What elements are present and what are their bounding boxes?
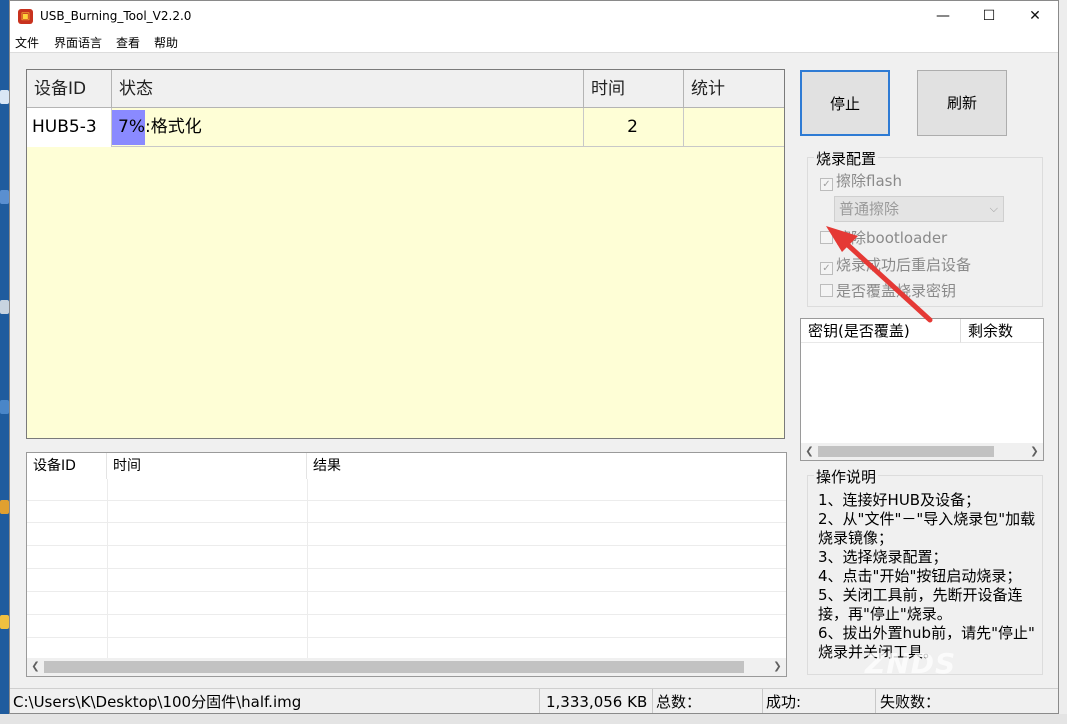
erase-bootloader-checkbox[interactable]: 擦除bootloader [820,228,947,248]
col-key[interactable]: 密钥(是否覆盖) [801,319,961,343]
stop-button[interactable]: 停止 [800,70,890,136]
erase-mode-value: 普通擦除 [839,200,900,218]
result-table-header: 设备ID 时间 结果 [27,453,786,479]
row-divider [27,545,786,546]
desktop-right-edge [1059,0,1067,724]
desktop-icon [0,400,9,414]
col-result[interactable]: 结果 [307,453,786,479]
row-divider [27,637,786,638]
row-divider [27,522,786,523]
overwrite-key-label: 是否覆盖烧录密钥 [836,282,957,300]
result-table[interactable]: 设备ID 时间 结果 ❮ ❯ [26,452,787,677]
check-icon: ✓ [820,178,833,191]
watermark-logo: ZNDS [865,647,957,680]
menu-language[interactable]: 界面语言 [54,34,102,51]
status-failed: 失败数： [880,693,941,711]
column-divider [107,479,108,659]
col-time[interactable]: 时间 [584,70,684,108]
checkbox-empty-icon [820,231,833,244]
status-image-path: C:\Users\K\Desktop\100分固件\half.img [10,689,540,713]
col-result-device-id[interactable]: 设备ID [27,453,107,479]
desktop-icon [0,500,9,514]
title-bar: ▣ USB_Burning_Tool_V2.2.0 — ☐ ✕ [10,1,1058,32]
overwrite-key-checkbox[interactable]: 是否覆盖烧录密钥 [820,281,956,301]
desktop-icon [0,190,9,204]
erase-mode-select[interactable]: 普通擦除 ⌵ [834,196,1004,222]
check-icon: ✓ [820,262,833,275]
instruction-line: 烧录镜像； [818,529,894,547]
menu-view[interactable]: 查看 [116,34,140,51]
col-result-time[interactable]: 时间 [107,453,307,479]
status-success: 成功: [763,689,876,713]
instruction-line: 4、点击"开始"按钮启动烧录； [818,567,1022,585]
table-row[interactable]: HUB5-3 7%:格式化 2 [27,108,784,147]
minimize-button[interactable]: — [920,1,966,32]
app-icon: ▣ [18,9,33,24]
scroll-left-icon[interactable]: ❮ [801,443,818,461]
erase-bootloader-label: 擦除bootloader [836,229,948,247]
menu-bar: 文件 界面语言 查看 帮助 [10,32,1058,52]
chevron-down-icon: ⌵ [989,202,998,215]
instruction-line: 6、拔出外置hub前，请先"停止" [818,624,1035,642]
erase-flash-label: 擦除flash [836,172,902,190]
scrollbar-thumb[interactable] [818,446,994,457]
menu-help[interactable]: 帮助 [154,34,178,51]
status-cell: 7%:格式化 [112,108,584,147]
time-cell: 2 [584,108,684,147]
key-horizontal-scrollbar[interactable]: ❮ ❯ [801,443,1043,460]
row-divider [27,568,786,569]
scrollbar-thumb[interactable] [44,661,744,673]
device-id-cell: HUB5-3 [27,108,112,147]
scroll-right-icon[interactable]: ❯ [769,658,786,676]
stats-cell [684,108,784,147]
refresh-button[interactable]: 刷新 [917,70,1007,136]
status-total: 总数： [653,689,763,713]
status-text: 7%:格式化 [118,117,202,137]
key-table[interactable]: 密钥(是否覆盖) 剩余数 ❮ ❯ [800,318,1044,461]
status-bar: C:\Users\K\Desktop\100分固件\half.img 1,333… [10,688,1058,713]
desktop-icon [0,300,9,314]
scroll-right-icon[interactable]: ❯ [1026,443,1043,461]
instructions-title: 操作说明 [814,466,879,487]
erase-flash-checkbox[interactable]: ✓ 擦除flash [820,171,902,191]
checkbox-empty-icon [820,284,833,297]
menu-file[interactable]: 文件 [15,34,39,51]
desktop-icon [0,90,9,104]
window-title: USB_Burning_Tool_V2.2.0 [40,9,192,23]
row-divider [27,500,786,501]
instruction-line: 接，再"停止"烧录。 [818,605,952,623]
row-divider [27,591,786,592]
instructions-group: 操作说明 1、连接好HUB及设备； 2、从"文件"－"导入烧录包"加载 烧录镜像… [807,466,1043,675]
reboot-after-success-checkbox[interactable]: ✓ 烧录成功后重启设备 [820,255,971,275]
column-divider [307,479,308,659]
col-stats[interactable]: 统计 [684,70,784,108]
usb-burning-tool-window: ▣ USB_Burning_Tool_V2.2.0 — ☐ ✕ 文件 界面语言 … [9,0,1059,714]
col-status[interactable]: 状态 [112,70,584,108]
instruction-line: 2、从"文件"－"导入烧录包"加载 [818,510,1036,528]
instruction-line: 1、连接好HUB及设备； [818,491,981,509]
col-device-id[interactable]: 设备ID [27,70,112,108]
desktop-icon [0,615,9,629]
row-divider [27,614,786,615]
maximize-button[interactable]: ☐ [966,1,1012,32]
reboot-label: 烧录成功后重启设备 [836,256,972,274]
scroll-left-icon[interactable]: ❮ [27,658,44,676]
desktop-bottom-edge [0,714,1067,724]
status-image-size: 1,333,056 KB [540,689,653,713]
instruction-line: 5、关闭工具前，先断开设备连 [818,586,1023,604]
burn-config-group: 烧录配置 ✓ 擦除flash 普通擦除 ⌵ 擦除bootloader ✓ 烧录成功后… [807,148,1043,307]
close-button[interactable]: ✕ [1012,1,1058,32]
instruction-line: 3、选择烧录配置； [818,548,948,566]
col-remaining[interactable]: 剩余数 [961,319,1043,343]
result-horizontal-scrollbar[interactable]: ❮ ❯ [27,658,786,676]
device-table-header: 设备ID 状态 时间 统计 [27,70,784,108]
device-table[interactable]: 设备ID 状态 时间 统计 HUB5-3 7%:格式化 2 [26,69,785,439]
burn-config-title: 烧录配置 [814,148,879,169]
